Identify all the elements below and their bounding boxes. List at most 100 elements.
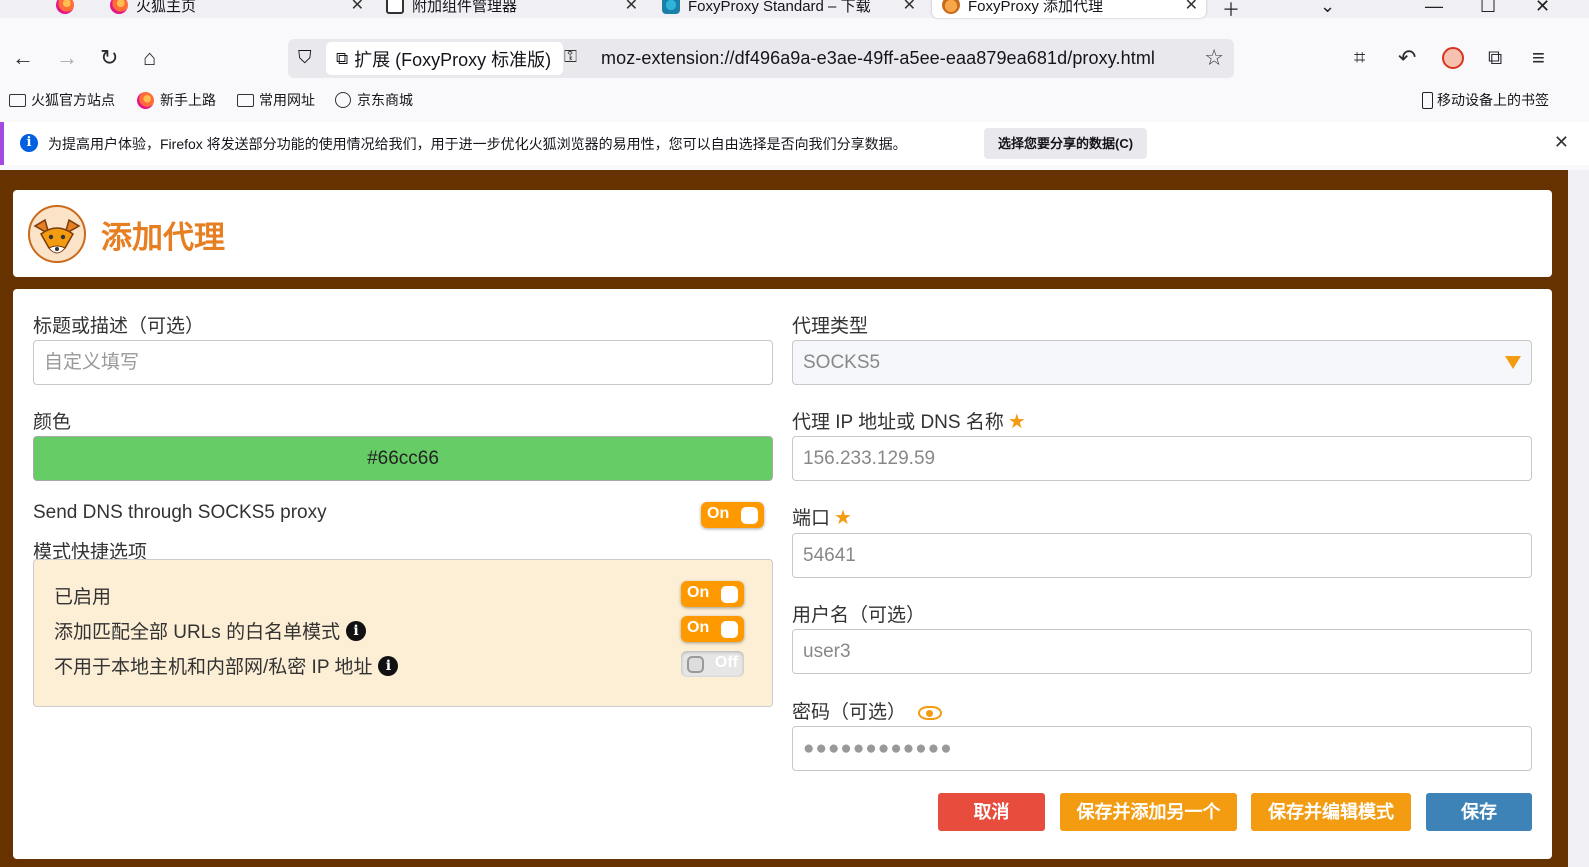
url-text[interactable]: moz-extension://df496a9a-e3ae-49ff-a5ee-…	[601, 48, 1155, 69]
back-icon[interactable]: ←	[12, 46, 34, 70]
close-window-icon[interactable]: ✕	[1535, 0, 1550, 17]
new-tab-icon[interactable]: ＋	[1222, 0, 1240, 22]
toggle-knob	[721, 621, 738, 638]
page-title: 添加代理	[101, 220, 225, 255]
required-star-icon: ★	[834, 507, 852, 529]
firefox-icon	[110, 0, 128, 14]
title-label: 标题或描述（可选）	[33, 316, 205, 337]
username-input[interactable]	[792, 629, 1532, 674]
send-dns-toggle[interactable]: On	[701, 502, 764, 528]
pattern-local-label: 不用于本地主机和内部网/私密 IP 地址 i	[54, 652, 399, 679]
extension-label: 扩展 (FoxyProxy 标准版)	[354, 49, 552, 70]
save-button[interactable]: 保存	[1426, 793, 1532, 831]
username-label: 用户名（可选）	[792, 605, 926, 626]
bookmark-label: 新手上路	[160, 92, 216, 108]
firefox-icon	[137, 91, 154, 109]
minimize-icon[interactable]: —	[1425, 0, 1443, 17]
bookmarks-bar: 火狐官方站点 新手上路 常用网址 京东商城 移动设备上的书签	[0, 88, 1589, 114]
bookmark-label: 京东商城	[357, 92, 413, 108]
port-label: 端口 ★	[792, 503, 852, 530]
key-icon[interactable]: ⚿	[564, 47, 577, 67]
host-input[interactable]	[792, 436, 1532, 481]
reload-icon[interactable]: ↻	[100, 46, 118, 70]
pattern-shortcuts-panel: 已启用 On 添加匹配全部 URLs 的白名单模式 i On 不用于本地主机和内…	[33, 559, 773, 707]
pattern-enabled-text: 已启用	[54, 587, 112, 608]
close-icon[interactable]: ✕	[351, 0, 364, 15]
address-bar[interactable]: ⛉ ⧉ 扩展 (FoxyProxy 标准版) ⚿ moz-extension:/…	[288, 39, 1234, 78]
undo-icon[interactable]: ↶	[1398, 46, 1416, 70]
port-input[interactable]	[792, 533, 1532, 578]
pattern-local-toggle[interactable]: Off	[681, 651, 744, 677]
home-icon[interactable]: ⌂	[143, 46, 156, 70]
tab-foxyproxy-download[interactable]: FoxyProxy Standard – 下载 ✕	[662, 0, 924, 18]
password-input[interactable]	[792, 726, 1532, 771]
bookmark-item[interactable]: 新手上路	[137, 90, 216, 110]
pattern-enabled-toggle[interactable]: On	[681, 581, 744, 607]
host-label: 代理 IP 地址或 DNS 名称 ★	[792, 407, 1026, 434]
foxyproxy-icon	[942, 0, 960, 14]
info-icon[interactable]: i	[378, 655, 399, 676]
save-add-another-button[interactable]: 保存并添加另一个	[1060, 793, 1237, 831]
save-edit-patterns-button[interactable]: 保存并编辑模式	[1251, 793, 1411, 831]
pattern-local-text: 不用于本地主机和内部网/私密 IP 地址	[54, 657, 373, 678]
extension-identity-chip[interactable]: ⧉ 扩展 (FoxyProxy 标准版)	[326, 42, 564, 75]
crop-icon[interactable]: ⌗	[1354, 46, 1365, 70]
title-input[interactable]	[33, 340, 773, 385]
data-collection-notice: i 为提高用户体验，Firefox 将发送部分功能的使用情况给我们，用于进一步优…	[0, 122, 1589, 165]
close-icon[interactable]: ✕	[1554, 132, 1569, 153]
info-icon[interactable]: i	[346, 620, 367, 641]
phone-icon	[1422, 91, 1433, 109]
eye-icon[interactable]	[918, 705, 943, 720]
foxyproxy-logo-icon	[28, 205, 86, 263]
bookmark-label: 移动设备上的书签	[1437, 92, 1549, 108]
shield-icon[interactable]: ⛉	[298, 47, 312, 68]
page-background: 添加代理 标题或描述（可选） 颜色 #66cc66 Send DNS throu…	[0, 170, 1568, 867]
tab-strip: 火狐主页 ✕ 附加组件管理器 ✕ FoxyProxy Standard – 下载…	[0, 0, 1589, 20]
bookmark-label: 火狐官方站点	[31, 92, 115, 108]
toggle-knob	[741, 507, 758, 524]
color-picker[interactable]: #66cc66	[33, 436, 773, 481]
extensions-icon[interactable]: ⧉	[1488, 46, 1502, 70]
close-icon[interactable]: ✕	[625, 0, 638, 15]
mobile-bookmarks[interactable]: 移动设备上的书签	[1422, 90, 1549, 110]
pattern-whitelist-toggle[interactable]: On	[681, 616, 744, 642]
pattern-enabled-label: 已启用	[54, 582, 111, 609]
toggle-text: On	[707, 505, 730, 522]
color-label: 颜色	[33, 412, 72, 433]
toggle-text: Off	[714, 654, 738, 671]
proxy-type-select[interactable]: SOCKS5	[792, 340, 1532, 385]
pattern-whitelist-label: 添加匹配全部 URLs 的白名单模式 i	[54, 617, 367, 644]
bookmark-item[interactable]: 常用网址	[237, 90, 315, 110]
tab-label: 火狐主页	[136, 0, 197, 15]
folder-icon	[9, 93, 26, 107]
pattern-whitelist-text: 添加匹配全部 URLs 的白名单模式	[54, 622, 341, 643]
chevron-down-icon[interactable]: ⌄	[1320, 0, 1335, 17]
menu-icon[interactable]: ≡	[1532, 46, 1545, 70]
info-icon: i	[20, 134, 38, 152]
maximize-icon[interactable]: ☐	[1480, 0, 1496, 17]
page-header: 添加代理	[13, 190, 1552, 277]
firefox-icon	[56, 0, 74, 14]
proxy-form: 标题或描述（可选） 颜色 #66cc66 Send DNS through SO…	[13, 289, 1552, 859]
choose-data-button[interactable]: 选择您要分享的数据(C)	[984, 128, 1148, 159]
navigation-bar: ← → ↻ ⌂ ⛉ ⧉ 扩展 (FoxyProxy 标准版) ⚿ moz-ext…	[0, 36, 1589, 82]
bookmark-item[interactable]: 火狐官方站点	[9, 90, 115, 110]
tab-addons[interactable]: 附加组件管理器 ✕	[386, 0, 646, 18]
toggle-text: On	[687, 619, 710, 636]
toggle-knob	[687, 656, 704, 673]
password-label-text: 密码（可选）	[792, 702, 907, 723]
dropdown-arrow-icon	[1505, 356, 1521, 369]
bookmark-item[interactable]: 京东商城	[335, 90, 413, 110]
close-icon[interactable]: ✕	[1185, 0, 1198, 15]
folder-icon	[237, 93, 254, 107]
globe-icon	[335, 92, 351, 108]
cancel-button[interactable]: 取消	[938, 793, 1045, 831]
tab-foxyproxy-add[interactable]: FoxyProxy 添加代理 ✕	[932, 0, 1206, 18]
bookmark-star-icon[interactable]: ☆	[1204, 45, 1224, 71]
tab-home[interactable]: 火狐主页 ✕	[110, 0, 372, 18]
tab-firefox[interactable]	[56, 0, 96, 18]
blocked-extension-icon[interactable]	[1442, 47, 1464, 69]
forward-icon[interactable]: →	[56, 46, 78, 70]
close-icon[interactable]: ✕	[903, 0, 916, 15]
scrollbar[interactable]	[1568, 170, 1589, 867]
